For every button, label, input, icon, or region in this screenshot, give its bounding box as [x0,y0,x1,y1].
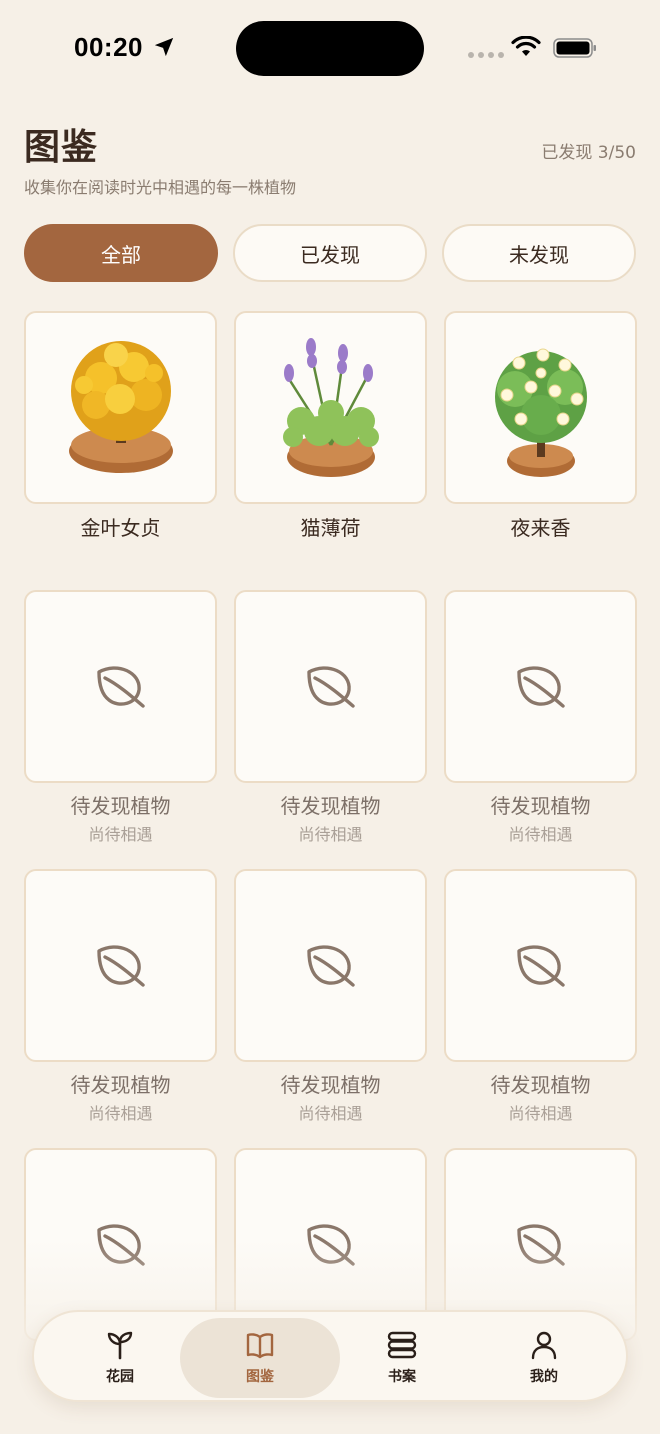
page-subtitle: 收集你在阅读时光中相遇的每一株植物 [24,178,297,197]
undiscovered-plant-title: 待发现植物 [70,1073,171,1097]
filter-tab-undiscovered[interactable]: 未发现 [442,224,636,282]
undiscovered-plant-title: 待发现植物 [70,794,171,818]
leaf-icon [306,665,355,708]
tab-label: 花园 [106,1369,134,1385]
tab-label: 我的 [530,1369,558,1385]
undiscovered-plant-subtitle: 尚待相遇 [88,1104,153,1123]
undiscovered-plant-card[interactable] [234,869,427,1062]
undiscovered-plant-subtitle: 尚待相遇 [88,825,153,844]
leaf-icon [306,944,355,987]
tab-encyclopedia[interactable]: 图鉴 [180,1318,340,1398]
tab-garden[interactable]: 花园 [40,1318,200,1398]
undiscovered-plant-title: 待发现植物 [490,1073,591,1097]
undiscovered-plant-card[interactable] [444,590,637,783]
undiscovered-plant-card[interactable] [444,869,637,1062]
tab-label: 图鉴 [246,1369,274,1385]
dynamic-island [236,21,424,76]
leaf-icon [516,665,565,708]
filter-tab-discovered[interactable]: 已发现 [233,224,427,282]
person-icon [531,1331,557,1360]
undiscovered-plant-subtitle: 尚待相遇 [508,1104,573,1123]
plant-card-golden-privet[interactable] [24,311,217,504]
undiscovered-plant-subtitle: 尚待相遇 [298,825,363,844]
leaf-icon [516,944,565,987]
undiscovered-plant-card[interactable] [24,869,217,1062]
sprout-icon [107,1331,133,1360]
battery-icon [553,38,596,58]
book-icon [246,1333,274,1359]
plant-card-catnip[interactable] [234,311,427,504]
location-arrow-icon [154,37,174,57]
undiscovered-plant-title: 待发现植物 [280,794,381,818]
stack-icon [387,1331,417,1359]
status-time: 00:20 [74,32,143,62]
leaf-icon [96,665,145,708]
undiscovered-plant-card[interactable] [24,590,217,783]
undiscovered-plant-subtitle: 尚待相遇 [298,1104,363,1123]
golden-privet-plant-icon [68,340,173,473]
leaf-icon [96,944,145,987]
filter-tab-all[interactable]: 全部 [24,224,218,282]
plant-card-night-jasmine[interactable] [444,311,637,504]
tab-label: 书案 [388,1369,416,1385]
cellular-signal-icon [468,52,504,58]
wifi-icon [511,36,541,56]
night-jasmine-plant-icon [494,348,587,477]
bottom-tab-bar: 花园 图鉴 书案 我的 [32,1310,628,1402]
undiscovered-plant-title: 待发现植物 [490,794,591,818]
tab-desk[interactable]: 书案 [322,1318,482,1398]
catnip-plant-icon [282,337,379,477]
tab-profile[interactable]: 我的 [464,1318,624,1398]
discovered-count: 已发现 3/50 [541,143,636,163]
page-title: 图鉴 [24,127,99,168]
undiscovered-plant-card[interactable] [234,590,427,783]
plant-name: 夜来香 [510,516,571,540]
status-bar: 00:20 [0,0,660,96]
plant-name: 金叶女贞 [80,516,161,540]
undiscovered-plant-title: 待发现植物 [280,1073,381,1097]
undiscovered-plant-subtitle: 尚待相遇 [508,825,573,844]
plant-name: 猫薄荷 [300,516,361,540]
